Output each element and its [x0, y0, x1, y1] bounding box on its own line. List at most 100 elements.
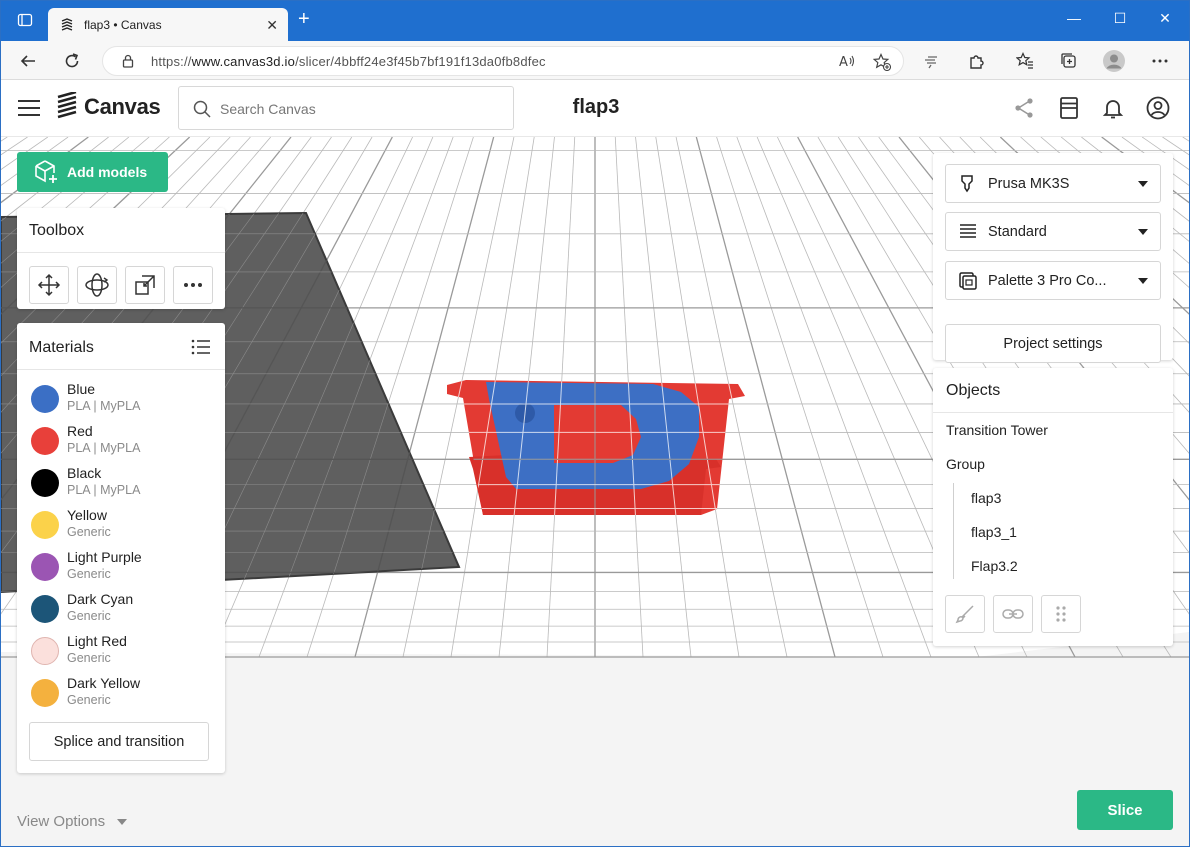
- material-item[interactable]: Dark Yellow Generic: [29, 673, 219, 713]
- material-type: Generic: [67, 525, 111, 539]
- link-button[interactable]: [993, 595, 1033, 633]
- rotate-tool-button[interactable]: [77, 266, 117, 304]
- browser-navbar: https://www.canvas3d.io/slicer/4bbff24e3…: [0, 41, 1190, 80]
- material-type: PLA | MyPLA: [67, 441, 141, 455]
- search-input[interactable]: Search Canvas: [178, 86, 514, 130]
- material-type: Generic: [67, 651, 111, 665]
- tree-line: [953, 483, 954, 579]
- move-icon: [37, 273, 61, 297]
- chevron-down-icon: [1138, 181, 1148, 187]
- material-item[interactable]: Yellow Generic: [29, 505, 219, 545]
- slice-button[interactable]: Slice: [1077, 790, 1173, 830]
- library-icon[interactable]: [1057, 96, 1081, 120]
- favorites-icon[interactable]: [1013, 49, 1037, 73]
- toolbox-title: Toolbox: [29, 222, 85, 239]
- material-type: Generic: [67, 609, 111, 623]
- material-name: Light Purple: [67, 549, 142, 565]
- printer-settings-panel: Prusa MK3S Standard Palette 3 Pro Co... …: [933, 153, 1173, 363]
- view-options-dropdown[interactable]: View Options: [17, 813, 128, 830]
- minimize-button[interactable]: —: [1064, 10, 1084, 26]
- svg-text:A: A: [839, 55, 848, 69]
- new-tab-button[interactable]: +: [298, 9, 310, 29]
- material-item[interactable]: Dark Cyan Generic: [29, 589, 219, 629]
- tracking-icon[interactable]: [920, 49, 944, 73]
- material-name: Dark Cyan: [67, 591, 134, 607]
- material-item[interactable]: Red PLA | MyPLA: [29, 421, 219, 461]
- splice-transition-button[interactable]: Splice and transition: [29, 722, 209, 761]
- more-menu-icon[interactable]: [1148, 49, 1172, 73]
- account-icon[interactable]: [1146, 96, 1170, 120]
- url-text[interactable]: https://www.canvas3d.io/slicer/4bbff24e3…: [151, 54, 546, 69]
- notifications-bell-icon[interactable]: [1101, 96, 1125, 120]
- layers-icon: [960, 224, 976, 238]
- materials-panel: Materials Blue PLA | MyPLA Red PLA | MyPLA B…: [17, 323, 225, 773]
- object-flap3[interactable]: flap3: [971, 490, 1001, 506]
- lock-icon[interactable]: [121, 54, 135, 73]
- search-placeholder: Search Canvas: [220, 101, 316, 117]
- printer-select[interactable]: Prusa MK3S: [945, 164, 1161, 203]
- printer-value: Prusa MK3S: [988, 176, 1070, 192]
- maximize-button[interactable]: ☐: [1110, 10, 1130, 27]
- material-swatch[interactable]: [31, 595, 59, 623]
- chevron-down-icon: [1138, 229, 1148, 235]
- canvas-logo-icon: [57, 92, 77, 119]
- favorite-add-icon[interactable]: [872, 53, 892, 74]
- material-swatch[interactable]: [31, 469, 59, 497]
- tab-close-icon[interactable]: ✕: [266, 17, 278, 34]
- materials-title: Materials: [29, 339, 94, 356]
- add-models-button[interactable]: Add models: [17, 152, 168, 192]
- material-swatch[interactable]: [31, 553, 59, 581]
- close-window-button[interactable]: ✕: [1155, 10, 1175, 27]
- profile-value: Standard: [988, 224, 1047, 240]
- paint-button[interactable]: [945, 595, 985, 633]
- browser-tab[interactable]: flap3 • Canvas ✕: [48, 8, 288, 41]
- material-swatch[interactable]: [31, 511, 59, 539]
- more-icon: [184, 283, 202, 287]
- object-group[interactable]: Group: [946, 456, 985, 472]
- drag-handle-button[interactable]: [1041, 595, 1081, 633]
- material-swatch[interactable]: [31, 427, 59, 455]
- material-name: Dark Yellow: [67, 675, 141, 691]
- material-name: Red: [67, 423, 93, 439]
- chevron-down-icon: [1138, 278, 1148, 284]
- material-item[interactable]: Blue PLA | MyPLA: [29, 379, 219, 419]
- scale-tool-button[interactable]: [125, 266, 165, 304]
- project-settings-button[interactable]: Project settings: [945, 324, 1161, 363]
- extensions-icon[interactable]: [965, 49, 989, 73]
- read-aloud-icon[interactable]: A: [839, 53, 857, 72]
- page-title: flap3: [572, 96, 620, 118]
- tab-title: flap3 • Canvas: [84, 17, 162, 32]
- material-type: PLA | MyPLA: [67, 399, 141, 413]
- collections-icon[interactable]: [1057, 49, 1081, 73]
- address-bar[interactable]: https://www.canvas3d.io/slicer/4bbff24e3…: [102, 46, 904, 76]
- profile-select[interactable]: Standard: [945, 212, 1161, 251]
- object-flap3-1[interactable]: flap3_1: [971, 524, 1017, 540]
- material-name: Black: [67, 465, 102, 481]
- 3d-viewport[interactable]: Add models Toolbox Materials Blue PLA | M…: [1, 137, 1189, 846]
- material-swatch[interactable]: [31, 637, 59, 665]
- canvas-logo[interactable]: Canvas: [56, 92, 161, 122]
- object-flap3-2[interactable]: Flap3.2: [971, 558, 1018, 574]
- move-tool-button[interactable]: [29, 266, 69, 304]
- hamburger-menu-icon[interactable]: [18, 100, 40, 116]
- refresh-icon[interactable]: [60, 49, 84, 73]
- material-item[interactable]: Light Purple Generic: [29, 547, 219, 587]
- list-view-icon[interactable]: [191, 338, 211, 356]
- back-icon[interactable]: [16, 49, 40, 73]
- add-cube-icon: [35, 160, 57, 183]
- object-transition-tower[interactable]: Transition Tower: [946, 422, 1048, 438]
- material-name: Light Red: [67, 633, 127, 649]
- more-tools-button[interactable]: [173, 266, 213, 304]
- device-select[interactable]: Palette 3 Pro Co...: [945, 261, 1161, 300]
- material-item[interactable]: Light Red Generic: [29, 631, 219, 671]
- material-swatch[interactable]: [31, 385, 59, 413]
- material-type: Generic: [67, 567, 111, 581]
- profile-avatar-icon[interactable]: [1102, 49, 1126, 73]
- device-value: Palette 3 Pro Co...: [988, 273, 1107, 289]
- material-swatch[interactable]: [31, 679, 59, 707]
- rotate-icon: [85, 273, 109, 297]
- share-icon[interactable]: [1012, 96, 1036, 120]
- link-icon: [1002, 609, 1024, 619]
- material-item[interactable]: Black PLA | MyPLA: [29, 463, 219, 503]
- tab-actions-icon[interactable]: [17, 12, 33, 31]
